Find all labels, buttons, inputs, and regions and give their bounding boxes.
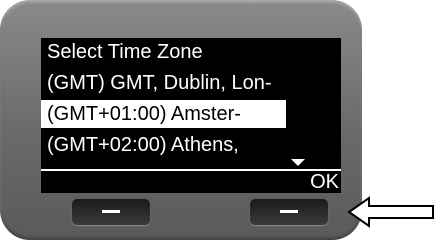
dash-icon <box>102 210 120 213</box>
timezone-option-gmt-plus-1[interactable]: (GMT+01:00) Amster- <box>41 100 286 128</box>
softkey-bar: OK <box>41 169 341 193</box>
right-display-key[interactable] <box>250 199 328 225</box>
left-display-key[interactable] <box>72 199 150 225</box>
phone-display-illustration: Select Time Zone (GMT) GMT, Dublin, Lon-… <box>0 0 436 242</box>
display-bezel: Select Time Zone (GMT) GMT, Dublin, Lon-… <box>0 0 362 240</box>
display-screen: Select Time Zone (GMT) GMT, Dublin, Lon-… <box>41 38 341 193</box>
arrow-left-icon <box>347 196 434 228</box>
scroll-down-icon <box>291 159 305 166</box>
screen-title: Select Time Zone <box>47 41 203 63</box>
timezone-option-gmt[interactable]: (GMT) GMT, Dublin, Lon- <box>41 69 341 97</box>
dash-icon <box>280 210 298 213</box>
timezone-option-gmt-plus-2[interactable]: (GMT+02:00) Athens, <box>41 131 341 159</box>
softkey-ok-label: OK <box>310 171 339 193</box>
